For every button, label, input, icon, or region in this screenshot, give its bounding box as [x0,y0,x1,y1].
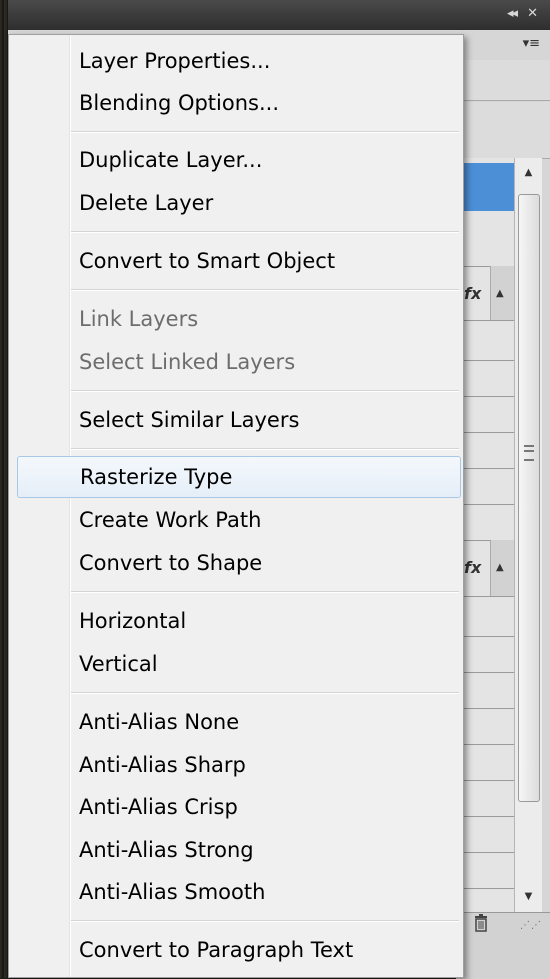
menu-item-layer-properties[interactable]: Layer Properties... [9,40,463,82]
expand-up-icon[interactable]: ▲ [496,288,504,299]
layer-context-menu: Layer Properties... Blending Options... … [8,34,464,978]
layer-row[interactable] [456,708,514,745]
expand-up-icon[interactable]: ▲ [496,562,504,573]
menu-separator [71,920,459,922]
close-icon[interactable]: ✕ [527,6,538,22]
menu-item-convert-to-shape[interactable]: Convert to Shape [9,542,463,584]
layer-row[interactable] [456,596,514,637]
layer-row[interactable] [456,780,514,817]
scroll-thumb[interactable] [518,194,540,802]
trash-icon[interactable] [474,914,488,932]
vertical-scrollbar[interactable]: ▲ ▼ [514,158,542,912]
menu-separator [71,591,459,593]
layer-row[interactable] [456,360,514,397]
menu-separator [71,231,459,233]
menu-item-duplicate-layer[interactable]: Duplicate Layer... [9,139,463,181]
layer-row[interactable] [456,672,514,709]
layer-row[interactable] [456,504,514,541]
menu-item-blending-options[interactable]: Blending Options... [9,82,463,124]
menu-item-link-layers: Link Layers [79,307,199,331]
menu-separator [71,448,459,450]
menu-item-anti-alias-smooth[interactable]: Anti-Alias Smooth [9,871,463,913]
layer-row[interactable] [456,852,514,889]
menu-item-anti-alias-crisp[interactable]: Anti-Alias Crisp [9,786,463,828]
layer-row[interactable] [456,222,514,267]
layer-row[interactable] [456,636,514,673]
menu-item-vertical[interactable]: Vertical [9,643,463,685]
menu-item-convert-to-smart-object[interactable]: Convert to Smart Object [9,240,463,282]
double-left-arrow-icon[interactable]: ◂◂ [507,6,518,22]
menu-separator [71,390,459,392]
fx-icon[interactable]: fx [464,558,481,577]
menu-item-anti-alias-none[interactable]: Anti-Alias None [9,701,463,743]
layer-row[interactable] [456,396,514,433]
fx-icon[interactable]: fx [464,284,481,303]
menu-item-select-similar-layers[interactable]: Select Similar Layers [9,399,463,441]
panel-title-bar [8,0,550,31]
resize-grip-icon[interactable]: ⋰⋰ [520,920,542,931]
menu-item-convert-to-paragraph-text[interactable]: Convert to Paragraph Text [9,929,463,971]
menu-separator [71,692,459,694]
selected-layer-row[interactable] [456,163,514,211]
panel-menu-icon[interactable]: ▾≡ [523,36,540,51]
menu-item-delete-layer[interactable]: Delete Layer [9,182,463,224]
menu-item-horizontal[interactable]: Horizontal [9,600,463,642]
layer-row[interactable] [456,432,514,469]
menu-item-anti-alias-sharp[interactable]: Anti-Alias Sharp [9,744,463,786]
menu-separator [71,131,459,133]
layer-row[interactable] [456,320,514,361]
menu-item-rasterize-type[interactable]: Rasterize Type [17,456,461,498]
layer-row[interactable] [456,468,514,505]
layer-row[interactable] [456,744,514,781]
layer-row[interactable] [456,816,514,853]
grip-icon [524,445,534,461]
menu-separator [71,289,459,291]
menu-item-select-linked-layers: Select Linked Layers [79,350,296,374]
menu-item-create-work-path[interactable]: Create Work Path [9,499,463,541]
menu-item-anti-alias-strong[interactable]: Anti-Alias Strong [9,829,463,871]
scroll-up-arrow-icon[interactable]: ▲ [515,162,542,184]
scroll-down-arrow-icon[interactable]: ▼ [515,886,542,908]
